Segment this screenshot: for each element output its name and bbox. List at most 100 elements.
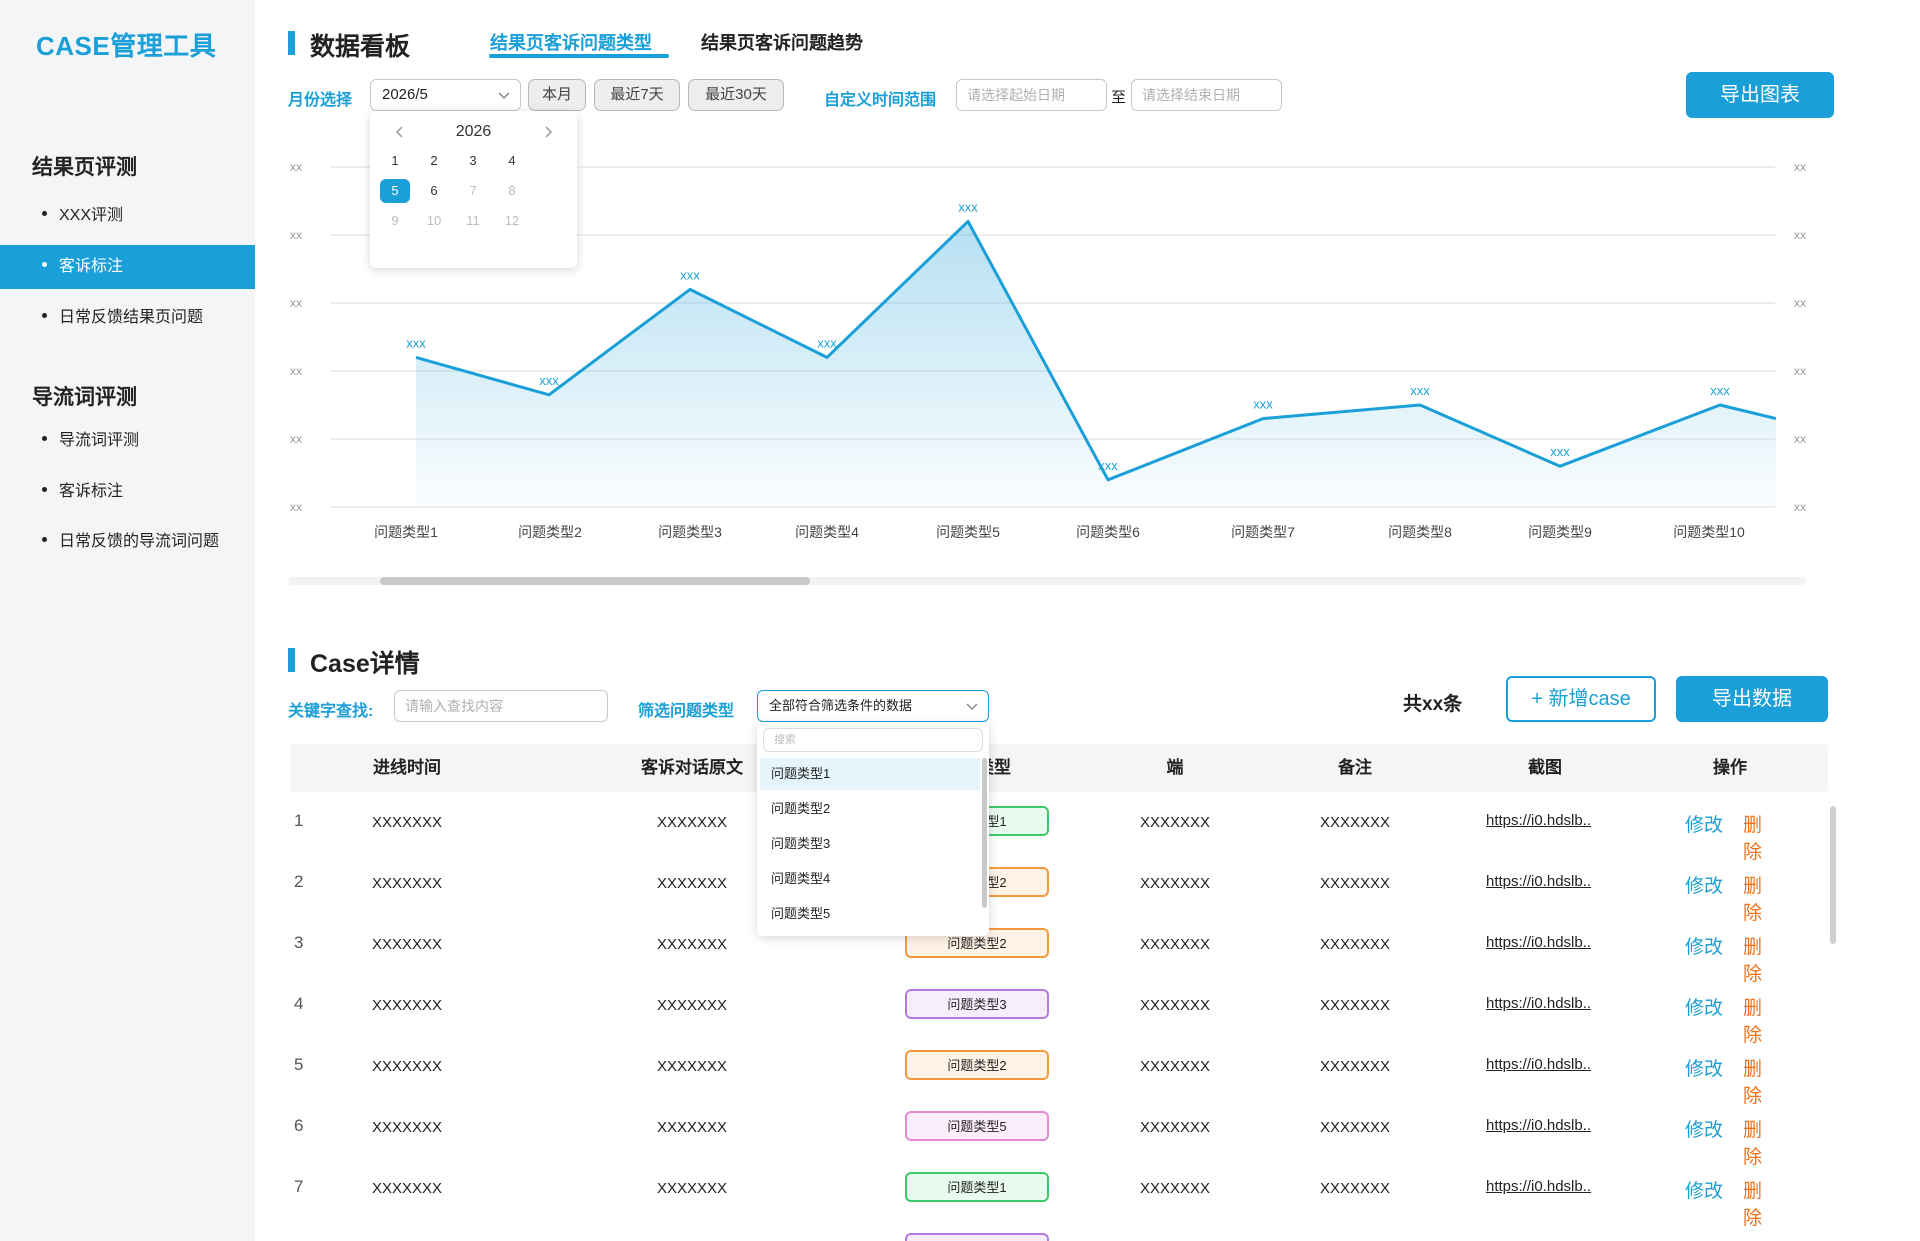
sidebar-group-title: 结果页评测: [32, 156, 137, 179]
row-index: 4: [294, 994, 304, 1013]
month-cell[interactable]: 11: [458, 209, 488, 233]
dropdown-option[interactable]: 问题类型1: [760, 758, 980, 790]
cell-dialog: XXXXXXX: [656, 1180, 728, 1197]
month-label: 月份选择: [288, 92, 353, 109]
cell-note: XXXXXXX: [1319, 1180, 1391, 1197]
custom-range-label: 自定义时间范围: [824, 92, 937, 109]
month-cell[interactable]: 4: [497, 149, 527, 173]
delete-button[interactable]: 删除: [1743, 1237, 1770, 1241]
edit-button[interactable]: 修改: [1685, 932, 1723, 959]
keyword-search-input[interactable]: [394, 690, 608, 722]
sidebar-item-guide-complaint[interactable]: 客诉标注: [0, 470, 255, 514]
edit-button[interactable]: 修改: [1685, 1237, 1723, 1241]
screenshot-link[interactable]: https://i0.hdslb..: [1486, 873, 1591, 890]
cell-dialog: XXXXXXX: [656, 1058, 728, 1075]
sidebar-item-xxx-eval[interactable]: XXX评测: [0, 194, 255, 238]
filter-type-value: 全部符合筛选条件的数据: [769, 698, 913, 713]
table-scrollbar[interactable]: [1830, 806, 1836, 944]
month-cell[interactable]: 8: [497, 179, 527, 203]
month-cell[interactable]: 2: [419, 149, 449, 173]
month-cell[interactable]: 9: [380, 209, 410, 233]
screenshot-link[interactable]: https://i0.hdslb..: [1486, 995, 1591, 1012]
cell-time: XXXXXXX: [371, 936, 443, 953]
delete-button[interactable]: 删除: [1743, 932, 1770, 986]
column-header-note: 备注: [1338, 758, 1372, 777]
dropdown-option[interactable]: 问题类型3: [760, 828, 980, 860]
add-case-button[interactable]: + 新增case: [1506, 676, 1656, 722]
type-badge: 问题类型2: [905, 1050, 1049, 1080]
edit-button[interactable]: 修改: [1685, 871, 1723, 898]
table-row: 6 XXXXXXX XXXXXXX 问题类型5 XXXXXXX XXXXXXX https:…: [290, 1111, 1770, 1173]
month-cell[interactable]: 1: [380, 149, 410, 173]
edit-button[interactable]: 修改: [1685, 1115, 1723, 1142]
cell-time: XXXXXXX: [371, 1058, 443, 1075]
tab-result-type[interactable]: 结果页客诉问题类型: [490, 29, 652, 55]
end-date-input[interactable]: [1131, 79, 1282, 111]
bullet-icon: [42, 262, 47, 268]
sidebar-item-daily-guide[interactable]: 日常反馈的导流词问题: [0, 520, 255, 564]
y-tick-label: xx: [290, 228, 302, 242]
sidebar-item-label: 客诉标注: [59, 483, 124, 500]
cell-client: XXXXXXX: [1139, 997, 1211, 1014]
sidebar-item-label: 客诉标注: [59, 258, 124, 275]
month-cell[interactable]: 12: [497, 209, 527, 233]
month-cell[interactable]: 6: [419, 179, 449, 203]
cell-note: XXXXXXX: [1319, 1058, 1391, 1075]
delete-button[interactable]: 删除: [1743, 1054, 1770, 1108]
row-index: 7: [294, 1177, 304, 1196]
sidebar-item-guide-eval[interactable]: 导流词评测: [0, 419, 255, 463]
delete-button[interactable]: 删除: [1743, 993, 1770, 1047]
y-tick-label: xx: [290, 160, 302, 174]
dropdown-option[interactable]: 问题类型5: [760, 898, 980, 930]
dropdown-option[interactable]: 问题类型2: [760, 793, 980, 825]
cell-note: XXXXXXX: [1319, 997, 1391, 1014]
dropdown-search-input[interactable]: 搜索: [763, 728, 983, 752]
data-label: xxx: [1253, 397, 1273, 412]
dropdown-scrollbar[interactable]: [982, 758, 987, 908]
month-cell[interactable]: 3: [458, 149, 488, 173]
this-month-button[interactable]: 本月: [528, 79, 586, 111]
cell-client: XXXXXXX: [1139, 875, 1211, 892]
delete-button[interactable]: 删除: [1743, 810, 1770, 864]
start-date-input[interactable]: [956, 79, 1107, 111]
delete-button[interactable]: 删除: [1743, 1115, 1770, 1169]
last-30-days-button[interactable]: 最近30天: [688, 79, 784, 111]
cell-dialog: XXXXXXX: [656, 1119, 728, 1136]
row-index: 3: [294, 933, 304, 952]
screenshot-link[interactable]: https://i0.hdslb..: [1486, 812, 1591, 829]
cell-note: XXXXXXX: [1319, 814, 1391, 831]
edit-button[interactable]: 修改: [1685, 993, 1723, 1020]
chevron-right-icon[interactable]: [539, 123, 557, 141]
delete-button[interactable]: 删除: [1743, 871, 1770, 925]
month-cell[interactable]: 7: [458, 179, 488, 203]
last-7-days-button[interactable]: 最近7天: [594, 79, 680, 111]
dropdown-option[interactable]: 问题类型4: [760, 863, 980, 895]
data-label: xxx: [817, 335, 837, 350]
delete-button[interactable]: 删除: [1743, 1176, 1770, 1230]
month-select[interactable]: 2026/5: [370, 79, 521, 111]
screenshot-link[interactable]: https://i0.hdslb..: [1486, 1178, 1591, 1195]
edit-button[interactable]: 修改: [1685, 810, 1723, 837]
table-row: 2XXXXXXXXXXXXXX问题类型2XXXXXXXXXXXXXXhttps:…: [290, 867, 1770, 929]
cell-time: XXXXXXX: [371, 1119, 443, 1136]
cell-note: XXXXXXX: [1319, 1119, 1391, 1136]
screenshot-link[interactable]: https://i0.hdslb..: [1486, 1056, 1591, 1073]
edit-button[interactable]: 修改: [1685, 1176, 1723, 1203]
filter-type-label: 筛选问题类型: [638, 703, 735, 720]
screenshot-link[interactable]: https://i0.hdslb..: [1486, 934, 1591, 951]
sidebar-item-label: XXX评测: [59, 207, 124, 224]
month-cell[interactable]: 5: [380, 179, 410, 203]
sidebar-item-daily-result[interactable]: 日常反馈结果页问题: [0, 296, 255, 340]
edit-button[interactable]: 修改: [1685, 1054, 1723, 1081]
export-chart-button[interactable]: 导出图表: [1686, 72, 1834, 118]
sidebar-item-complaint-label[interactable]: 客诉标注: [0, 245, 255, 289]
type-badge: 问题类型3: [905, 1233, 1049, 1241]
screenshot-link[interactable]: https://i0.hdslb..: [1486, 1117, 1591, 1134]
row-index: 2: [294, 872, 304, 891]
filter-type-select[interactable]: 全部符合筛选条件的数据: [757, 690, 989, 722]
export-data-button[interactable]: 导出数据: [1676, 676, 1828, 722]
tab-result-trend[interactable]: 结果页客诉问题趋势: [701, 29, 863, 55]
record-count: 共xx条: [1403, 694, 1463, 715]
chart-scrollbar-thumb[interactable]: [380, 577, 810, 585]
month-cell[interactable]: 10: [419, 209, 449, 233]
